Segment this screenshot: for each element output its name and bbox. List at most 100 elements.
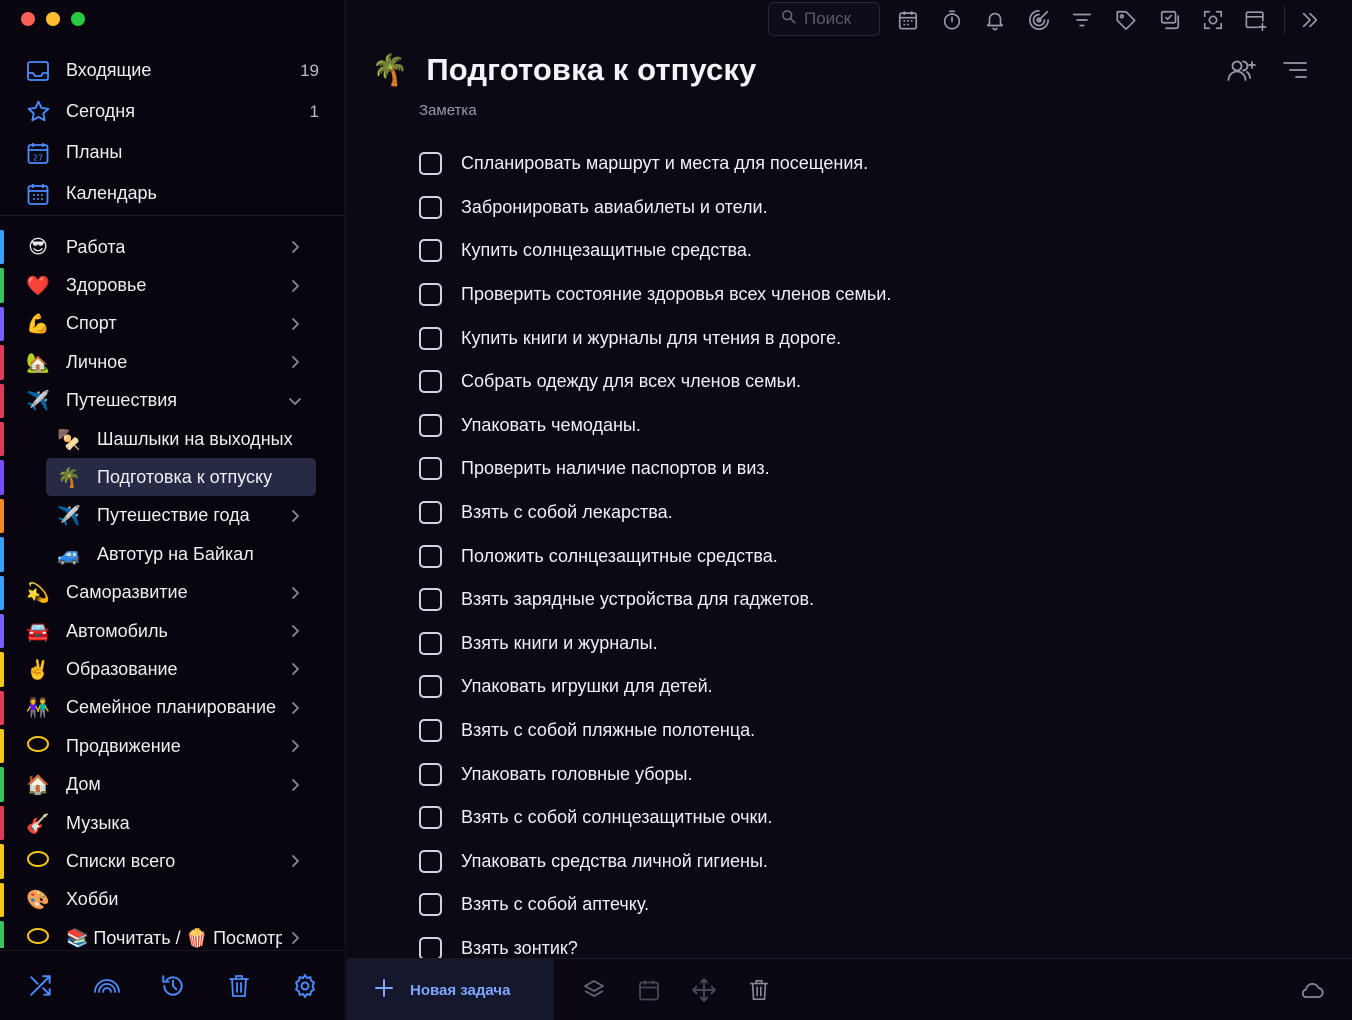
chevron-right-icon[interactable] [287, 853, 303, 869]
sidebar-project-item[interactable]: 💪 Спорт [0, 305, 346, 343]
task-title[interactable]: Проверить наличие паспортов и виз. [461, 458, 770, 479]
new-task-button[interactable]: Новая задача [347, 959, 554, 1020]
task-checkbox[interactable] [419, 370, 442, 394]
task-checkbox[interactable] [419, 631, 442, 655]
task-checkbox[interactable] [419, 588, 442, 612]
task-title[interactable]: Взять с собой аптечку. [461, 894, 649, 915]
task-title[interactable]: Взять с собой лекарства. [461, 502, 673, 523]
task-checkbox[interactable] [419, 195, 442, 219]
rainbow-icon[interactable] [93, 972, 121, 1000]
sidebar-project-item[interactable]: ❤️ Здоровье [0, 266, 346, 304]
page-title[interactable]: Подготовка к отпуску [426, 52, 756, 88]
history-icon[interactable] [159, 972, 187, 1000]
task-checkbox[interactable] [419, 762, 442, 786]
close-window-button[interactable] [21, 12, 35, 26]
sidebar-project-item[interactable]: 😎 Работа [0, 228, 346, 266]
task-title[interactable]: Упаковать игрушки для детей. [461, 676, 713, 697]
task-checkbox[interactable] [419, 719, 442, 743]
task-title[interactable]: Взять зонтик? [461, 938, 578, 958]
tag-icon[interactable] [1114, 8, 1138, 32]
task-checkbox[interactable] [419, 544, 442, 568]
task-row[interactable]: Упаковать чемоданы. [419, 404, 1299, 448]
search-input[interactable]: Поиск [768, 2, 880, 36]
task-checkbox[interactable] [419, 501, 442, 525]
sidebar-project-item[interactable]: ✈️ Путешествие года [0, 497, 346, 535]
sidebar-project-item[interactable]: 🏠 Дом [0, 765, 346, 803]
task-checkbox[interactable] [419, 239, 442, 263]
checklist-icon[interactable] [1158, 8, 1182, 32]
focus-icon[interactable] [1027, 8, 1051, 32]
task-row[interactable]: Упаковать головные уборы. [419, 752, 1299, 796]
task-title[interactable]: Упаковать средства личной гигиены. [461, 851, 768, 872]
sidebar-item-plans[interactable]: 27 Планы [0, 132, 346, 173]
chevron-right-icon[interactable] [287, 623, 303, 639]
task-checkbox[interactable] [419, 806, 442, 830]
task-row[interactable]: Взять книги и журналы. [419, 622, 1299, 666]
sidebar-project-item[interactable]: 🎨 Хобби [0, 881, 346, 919]
task-title[interactable]: Взять зарядные устройства для гаджетов. [461, 589, 814, 610]
sidebar-project-item[interactable]: 🚙 Автотур на Байкал [0, 535, 346, 573]
chevron-right-icon[interactable] [287, 661, 303, 677]
task-title[interactable]: Забронировать авиабилеты и отели. [461, 197, 768, 218]
scan-icon[interactable] [1201, 8, 1225, 32]
sidebar-project-item[interactable]: 🚘 Автомобиль [0, 612, 346, 650]
trash-icon[interactable] [745, 976, 773, 1004]
sidebar-project-item[interactable]: ✈️ Путешествия [0, 382, 346, 420]
sort-menu-icon[interactable] [1280, 56, 1310, 84]
task-checkbox[interactable] [419, 675, 442, 699]
task-title[interactable]: Собрать одежду для всех членов семьи. [461, 371, 801, 392]
task-row[interactable]: Забронировать авиабилеты и отели. [419, 186, 1299, 230]
sidebar-project-item[interactable]: Продвижение [0, 727, 346, 765]
task-row[interactable]: Взять с собой аптечку. [419, 883, 1299, 927]
chevron-right-icon[interactable] [287, 508, 303, 524]
task-checkbox[interactable] [419, 283, 442, 307]
task-row[interactable]: Взять с собой пляжные полотенца. [419, 709, 1299, 753]
task-row[interactable]: Взять с собой солнцезащитные очки. [419, 796, 1299, 840]
chevron-right-icon[interactable] [287, 354, 303, 370]
sidebar-item-inbox[interactable]: Входящие 19 [0, 50, 346, 91]
chevron-right-icon[interactable] [287, 777, 303, 793]
task-title[interactable]: Купить солнцезащитные средства. [461, 240, 752, 261]
chevron-right-icon[interactable] [287, 585, 303, 601]
sidebar-project-item[interactable]: 🎸 Музыка [0, 804, 346, 842]
task-row[interactable]: Проверить состояние здоровья всех членов… [419, 273, 1299, 317]
task-checkbox[interactable] [419, 936, 442, 958]
task-checkbox[interactable] [419, 326, 442, 350]
timer-icon[interactable] [940, 8, 964, 32]
layers-icon[interactable] [580, 976, 608, 1004]
chevron-right-icon[interactable] [287, 700, 303, 716]
task-row[interactable]: Упаковать средства личной гигиены. [419, 840, 1299, 884]
task-row[interactable]: Собрать одежду для всех членов семьи. [419, 360, 1299, 404]
add-event-icon[interactable] [1244, 8, 1268, 32]
task-title[interactable]: Купить книги и журналы для чтения в доро… [461, 328, 841, 349]
share-users-icon[interactable] [1226, 56, 1256, 84]
sidebar-project-item[interactable]: 👫 Семейное планирование [0, 689, 346, 727]
cloud-icon[interactable] [1297, 976, 1325, 1004]
sidebar-project-item[interactable]: 🏡 Личное [0, 343, 346, 381]
task-title[interactable]: Упаковать головные уборы. [461, 764, 693, 785]
task-row[interactable]: Взять с собой лекарства. [419, 491, 1299, 535]
chevron-right-icon[interactable] [287, 278, 303, 294]
task-title[interactable]: Положить солнцезащитные средства. [461, 546, 778, 567]
sidebar-project-item[interactable]: ✌️ Образование [0, 650, 346, 688]
filter-icon[interactable] [1070, 8, 1094, 32]
task-row[interactable]: Спланировать маршрут и места для посещен… [419, 142, 1299, 186]
shuffle-icon[interactable] [27, 972, 55, 1000]
task-checkbox[interactable] [419, 152, 442, 176]
chevron-right-icon[interactable] [287, 930, 303, 946]
chevron-right-icon[interactable] [287, 738, 303, 754]
task-checkbox[interactable] [419, 413, 442, 437]
sidebar-project-item[interactable]: Списки всего [0, 842, 346, 880]
palm-tree-icon[interactable]: 🌴 [371, 53, 408, 88]
task-row[interactable]: Проверить наличие паспортов и виз. [419, 447, 1299, 491]
task-row[interactable]: Положить солнцезащитные средства. [419, 534, 1299, 578]
task-checkbox[interactable] [419, 893, 442, 917]
chevron-down-icon[interactable] [287, 393, 303, 409]
sidebar-project-item[interactable]: 🌴 Подготовка к отпуску [0, 458, 346, 497]
task-row[interactable]: Взять зонтик? [419, 927, 1299, 958]
bell-icon[interactable] [983, 8, 1007, 32]
task-title[interactable]: Взять с собой пляжные полотенца. [461, 720, 755, 741]
task-title[interactable]: Спланировать маршрут и места для посещен… [461, 153, 868, 174]
task-title[interactable]: Взять книги и журналы. [461, 633, 658, 654]
zoom-window-button[interactable] [71, 12, 85, 26]
